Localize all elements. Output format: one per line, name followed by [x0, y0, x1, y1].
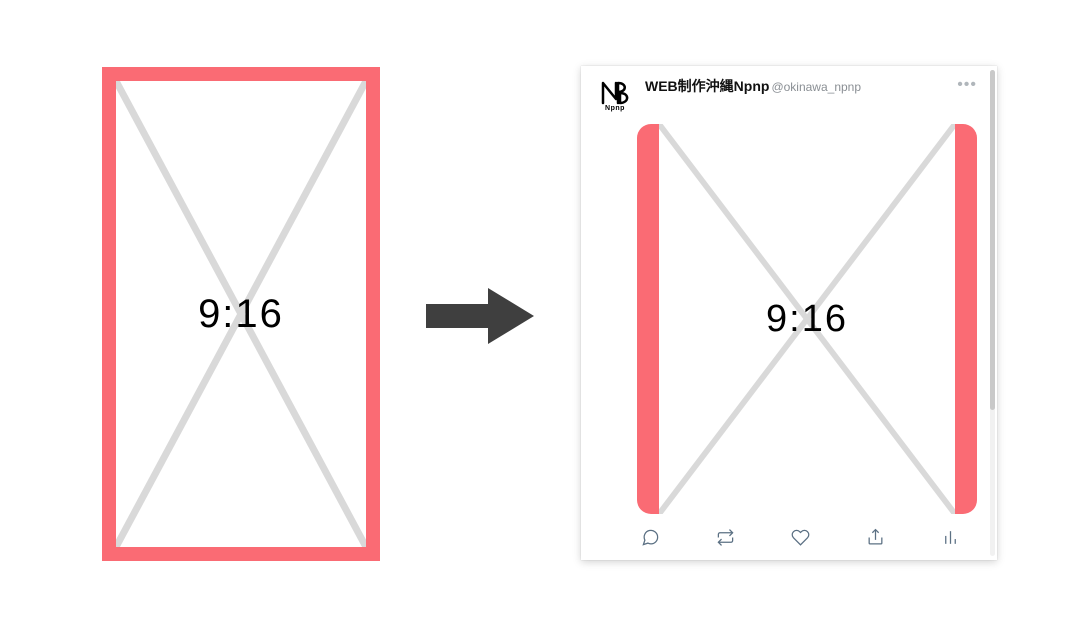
- handle[interactable]: @okinawa_npnp: [771, 80, 861, 94]
- tweet-media[interactable]: 9:16: [637, 124, 977, 514]
- more-icon[interactable]: •••: [951, 76, 977, 94]
- original-9-16-image: 9:16: [102, 67, 380, 561]
- scrollbar-track[interactable]: [990, 70, 995, 556]
- original-inner: 9:16: [116, 81, 366, 547]
- ratio-label-left: 9:16: [116, 81, 366, 547]
- media-white-center: 9:16: [659, 124, 955, 514]
- share-icon[interactable]: [862, 524, 888, 550]
- retweet-icon[interactable]: [712, 524, 738, 550]
- analytics-icon[interactable]: [937, 524, 963, 550]
- diagram-stage: 9:16 Npnp WEB制作沖縄Npnp @okin: [0, 0, 1091, 630]
- tweet-card: Npnp WEB制作沖縄Npnp @okinawa_npnp •••: [581, 66, 997, 560]
- pillarbox-right: [955, 124, 977, 514]
- name-line: WEB制作沖縄Npnp @okinawa_npnp: [645, 76, 951, 96]
- scrollbar-thumb[interactable]: [990, 70, 995, 410]
- avatar[interactable]: Npnp: [595, 76, 635, 116]
- ratio-label-media: 9:16: [659, 124, 955, 514]
- tweet-actions: [581, 514, 991, 560]
- like-icon[interactable]: [787, 524, 813, 550]
- avatar-text: Npnp: [605, 105, 625, 112]
- reply-icon[interactable]: [637, 524, 663, 550]
- display-name[interactable]: WEB制作沖縄Npnp: [645, 76, 769, 96]
- pillarbox-left: [637, 124, 659, 514]
- tweet-header: Npnp WEB制作沖縄Npnp @okinawa_npnp •••: [581, 66, 991, 122]
- arrow-icon: [426, 284, 536, 348]
